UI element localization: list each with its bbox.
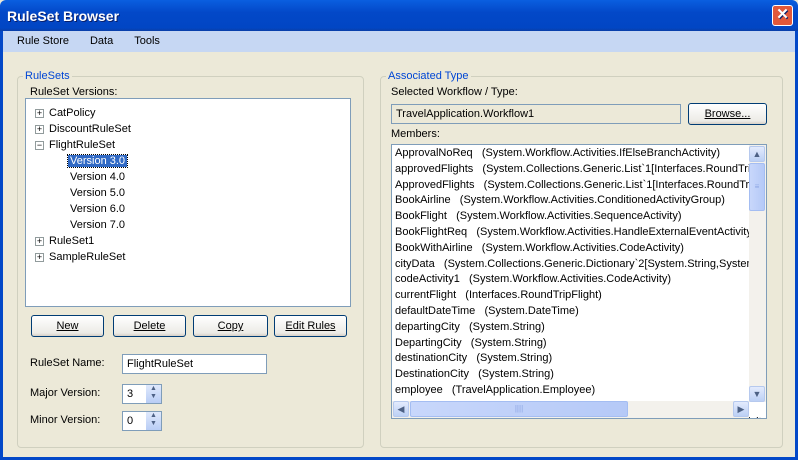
tree-version-node[interactable]: Version 6.0 [68,201,127,217]
associated-type-label: Associated Type [386,70,471,82]
workflow-label: Selected Workflow / Type: [391,86,518,98]
vertical-scrollbar[interactable]: ▲ ≡ ▼ [749,145,766,402]
member-item[interactable]: cityData (System.Collections.Generic.Dic… [392,257,766,273]
spin-arrows-icon[interactable]: ▲ ▼ [145,412,161,430]
version-label: Version 6.0 [70,203,126,215]
rulesets-group-label: RuleSets [23,70,72,82]
members-label: Members: [391,128,440,140]
member-item[interactable]: DepartingCity (System.String) [392,336,766,352]
tree-version-node[interactable]: Version 7.0 [68,217,127,233]
member-item[interactable]: departingCity (System.String) [392,320,766,336]
member-item[interactable]: ApprovalNoReq (System.Workflow.Activitie… [392,146,766,162]
member-item[interactable]: approvedFlights (System.Collections.Gene… [392,162,766,178]
member-item[interactable]: currentFlight (Interfaces.RoundTripFligh… [392,288,766,304]
vertical-scroll-thumb[interactable]: ≡ [749,163,765,211]
expand-icon[interactable]: + [35,124,44,134]
minor-version-label: Minor Version: [30,414,101,426]
scroll-down-icon[interactable]: ▼ [749,386,765,402]
scroll-left-icon[interactable]: ◀ [393,401,409,417]
horizontal-scroll-thumb[interactable]: |||| [410,401,628,417]
copy-button[interactable]: Copy [193,315,268,337]
major-version-label: Major Version: [30,387,101,399]
tree-node[interactable]: + DiscountRuleSet [35,121,131,137]
members-list[interactable]: ApprovalNoReq (System.Workflow.Activitie… [391,144,767,419]
expand-icon[interactable]: + [35,236,44,246]
version-label: Version 3.0 [66,154,129,168]
spin-arrows-icon[interactable]: ▲ ▼ [145,385,161,403]
member-item[interactable]: BookFlightReq (System.Workflow.Activitie… [392,225,766,241]
tree-node-label: CatPolicy [49,107,96,119]
tree-node[interactable]: − FlightRuleSet [35,137,115,153]
tree-node-label: FlightRuleSet [49,139,116,151]
tree-version-node[interactable]: Version 3.0 [66,153,129,169]
delete-button[interactable]: Delete [113,315,186,337]
ruleset-versions-label: RuleSet Versions: [30,86,118,98]
version-label: Version 7.0 [70,219,126,231]
expand-icon[interactable]: + [35,252,44,262]
workflow-type-field: TravelApplication.Workflow1 [391,104,681,124]
tree-node-label: SampleRuleSet [49,251,126,263]
menu-tools[interactable]: Tools [120,31,167,52]
tree-node-label: RuleSet1 [49,235,95,247]
collapse-icon[interactable]: − [35,140,44,150]
ruleset-name-input[interactable]: FlightRuleSet [122,354,267,374]
member-item[interactable]: BookAirline (System.Workflow.Activities.… [392,193,766,209]
member-item[interactable]: DestinationCity (System.String) [392,367,766,383]
tree-node[interactable]: + SampleRuleSet [35,249,125,265]
menu-data[interactable]: Data [76,31,120,52]
menu-bar: Rule Store Data Tools [3,31,795,52]
member-item[interactable]: employee (TravelApplication.Employee) [392,383,766,399]
scroll-up-icon[interactable]: ▲ [749,146,765,162]
ruleset-name-label: RuleSet Name: [30,357,105,369]
menu-rule-store[interactable]: Rule Store [3,31,76,52]
edit-rules-button[interactable]: Edit Rules [274,315,347,337]
tree-version-node[interactable]: Version 5.0 [68,185,127,201]
new-button[interactable]: New [31,315,104,337]
member-item[interactable]: defaultDateTime (System.DateTime) [392,304,766,320]
browse-button[interactable]: Browse... [688,103,767,125]
member-item[interactable]: BookWithAirline (System.Workflow.Activit… [392,241,766,257]
tree-node-label: DiscountRuleSet [49,123,131,135]
scroll-right-icon[interactable]: ▶ [733,401,749,417]
horizontal-scrollbar[interactable]: ◀ |||| ▶ [392,401,749,418]
expand-icon[interactable]: + [35,108,44,118]
tree-version-node[interactable]: Version 4.0 [68,169,127,185]
title-bar: RuleSet Browser ✕ [0,0,798,31]
member-item[interactable]: codeActivity1 (System.Workflow.Activitie… [392,272,766,288]
close-icon[interactable]: ✕ [772,5,793,26]
version-label: Version 5.0 [70,187,126,199]
member-item[interactable]: BookFlight (System.Workflow.Activities.S… [392,209,766,225]
tree-node[interactable]: + CatPolicy [35,105,95,121]
member-item[interactable]: ApprovedFlights (System.Collections.Gene… [392,178,766,194]
minor-version-stepper[interactable]: 0 ▲ ▼ [122,411,162,431]
major-version-stepper[interactable]: 3 ▲ ▼ [122,384,162,404]
tree-node[interactable]: + RuleSet1 [35,233,94,249]
ruleset-tree[interactable]: + CatPolicy + DiscountRuleSet − FlightRuleSet… [25,98,351,307]
window-title: RuleSet Browser [7,8,120,24]
version-label: Version 4.0 [70,171,126,183]
member-item[interactable]: destinationCity (System.String) [392,351,766,367]
